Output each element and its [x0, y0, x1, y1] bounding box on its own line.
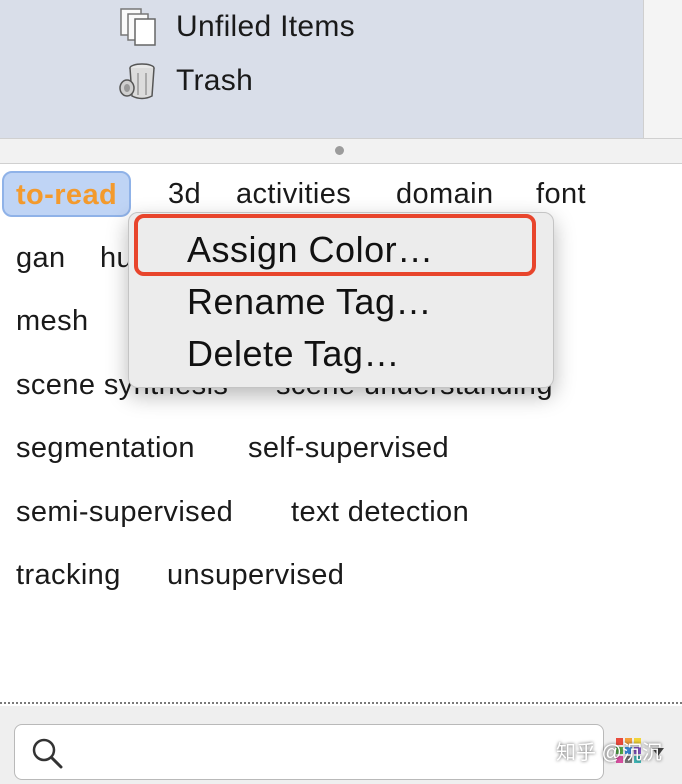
watermark-text: 知乎 @沉沉 — [556, 742, 662, 764]
tag-segmentation[interactable]: segmentation — [16, 430, 195, 466]
tag-font[interactable]: font — [536, 176, 586, 212]
tag-semi-supervised[interactable]: semi-supervised — [16, 494, 233, 530]
trash-icon — [119, 63, 155, 100]
tag-3d[interactable]: 3d — [168, 176, 201, 212]
menu-item-delete-tag[interactable]: Delete Tag… — [187, 333, 400, 375]
tag-tracking[interactable]: tracking — [16, 557, 121, 593]
tag-search-input[interactable] — [73, 733, 597, 773]
tag-self-supervised[interactable]: self-supervised — [248, 430, 449, 466]
tag-to-read[interactable]: to-read — [2, 171, 132, 217]
collections-pane: Unfiled Items Trash — [0, 0, 643, 138]
tag-text-detection[interactable]: text detection — [291, 494, 469, 530]
splitter-handle-icon[interactable] — [335, 146, 344, 155]
tag-activities[interactable]: activities — [236, 176, 351, 212]
collection-label: Unfiled Items — [176, 10, 355, 43]
collections-scrollbar[interactable] — [643, 0, 682, 138]
collection-unfiled-items[interactable]: Unfiled Items — [118, 4, 355, 50]
search-icon — [32, 738, 63, 769]
unfiled-items-icon — [120, 8, 156, 46]
collection-trash[interactable]: Trash — [118, 58, 253, 104]
tag-unsupervised[interactable]: unsupervised — [167, 557, 344, 593]
highlight-annotation-box — [134, 214, 536, 276]
tag-search-box[interactable] — [14, 724, 604, 780]
tag-mesh[interactable]: mesh — [16, 303, 89, 339]
tag-domain[interactable]: domain — [396, 176, 494, 212]
menu-item-rename-tag[interactable]: Rename Tag… — [187, 281, 432, 323]
tag-gan[interactable]: gan — [16, 240, 66, 276]
tag-pane-separator — [0, 702, 682, 704]
pane-splitter[interactable] — [0, 138, 682, 164]
collection-label: Trash — [176, 64, 254, 97]
